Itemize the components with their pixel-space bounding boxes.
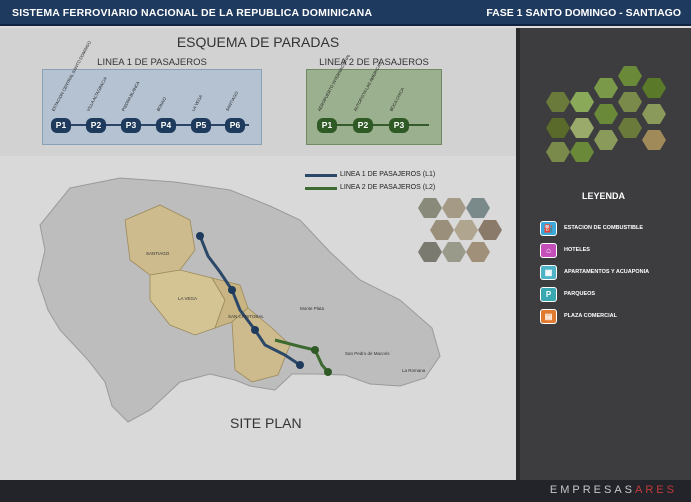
line2-title: LINEA 2 DE PASAJEROS <box>319 57 429 68</box>
map-label: LA VEGA <box>178 296 197 301</box>
site-plan-label: SITE PLAN <box>230 415 302 431</box>
header-bar: SISTEMA FERROVIARIO NACIONAL DE LA REPUB… <box>0 0 691 26</box>
line2-stop-p2[interactable]: P2 <box>353 118 373 133</box>
line1-stop-p1[interactable]: P1 <box>51 118 71 133</box>
route-legend-l1-label: LINEA 1 DE PASAJEROS (L1) <box>340 171 436 178</box>
route-legend-l1-swatch <box>305 174 337 177</box>
line2-stop-p3[interactable]: P3 <box>389 118 409 133</box>
line1-stop-p4[interactable]: P4 <box>156 118 176 133</box>
line1-stop-p3[interactable]: P3 <box>121 118 141 133</box>
route-legend-l2-label: LINEA 2 DE PASAJEROS (L2) <box>340 184 436 191</box>
line1-stop-name: SANTIAGO <box>224 90 240 112</box>
hotel-icon: ⌂ <box>540 243 557 258</box>
line1-stop-name: VILLA ALTAGRACIA <box>85 76 108 112</box>
apartment-icon: ▦ <box>540 265 557 280</box>
line2-stop-name: BOCA CHICA <box>388 86 406 112</box>
legend-item-label: APARTAMENTOS Y ACUAPONIA <box>564 269 650 275</box>
panel-separator <box>516 28 520 480</box>
fuel-icon: ⛽ <box>540 221 557 236</box>
legend-item-label: ESTACION DE COMBUSTIBLE <box>564 225 644 231</box>
phase-label: FASE 1 SANTO DOMINGO - SANTIAGO <box>486 7 681 19</box>
mall-icon: ▤ <box>540 309 557 324</box>
line2-diagram: AEROPUERTO INTERNACIONAL AUTOPISTA LAS A… <box>306 53 442 145</box>
line1-stop-p2[interactable]: P2 <box>86 118 106 133</box>
map-label: Monte Plata <box>300 306 325 311</box>
line1-stop-p5[interactable]: P5 <box>191 118 211 133</box>
line1-stop-name: BONAO <box>155 96 168 112</box>
page-title: SISTEMA FERROVIARIO NACIONAL DE LA REPUB… <box>12 7 373 19</box>
line1-stop-name: PIEDRA BLANCA <box>120 80 141 112</box>
line2-stop-name: AUTOPISTA LAS AMERICAS <box>352 61 383 112</box>
photo-collage-aerial <box>546 66 666 162</box>
schema-title: ESQUEMA DE PARADAS <box>176 34 340 50</box>
legend-item-label: PARQUEOS <box>564 291 596 297</box>
line1-stop-name: LA VEGA <box>190 94 204 112</box>
brand-accent: ARES <box>635 484 677 496</box>
line1-track <box>55 124 249 126</box>
legend-item-label: HOTELES <box>564 247 590 253</box>
legend-title: LEYENDA <box>581 191 625 201</box>
line1-stop-p6[interactable]: P6 <box>225 118 245 133</box>
line1-diagram: ESTACION CENTRAL SANTO DOMINGO VILLA ALT… <box>42 40 262 145</box>
route-legend-l2-swatch <box>305 187 337 190</box>
map-label: SANTIAGO <box>146 251 170 256</box>
line2-stop-p1[interactable]: P1 <box>317 118 337 133</box>
map-label: SAN CRISTOBAL <box>228 314 264 319</box>
legend-item-label: PLAZA COMERCIAL <box>564 313 617 319</box>
parking-icon: P <box>540 287 557 302</box>
photo-collage-map <box>418 198 502 262</box>
map-label: La Romana <box>402 368 426 373</box>
brand-logo: EMPRESASARES <box>550 484 677 496</box>
brand-main: EMPRESAS <box>549 484 636 496</box>
map-label: San Pedro de Macoris <box>345 351 390 356</box>
